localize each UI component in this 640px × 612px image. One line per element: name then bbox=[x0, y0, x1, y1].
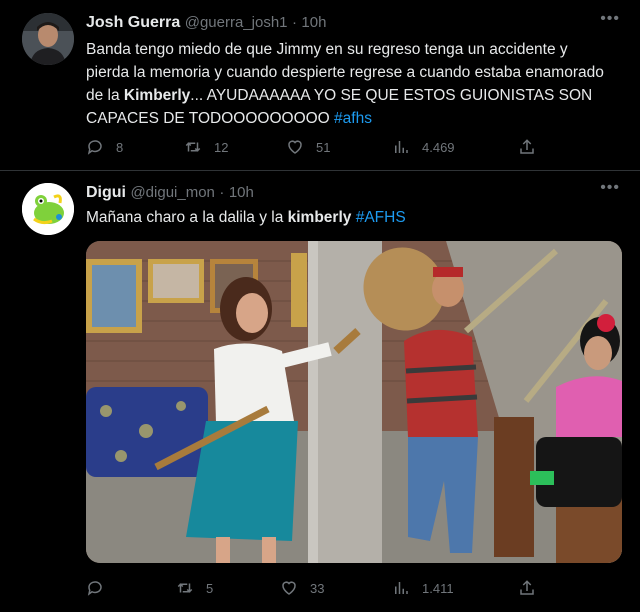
display-name[interactable]: Josh Guerra bbox=[86, 14, 180, 31]
retweet-count: 12 bbox=[214, 139, 229, 155]
tweet-text: Mañana charo a la dalila y la kimberly #… bbox=[86, 206, 606, 229]
display-name[interactable]: Digui bbox=[86, 184, 126, 201]
tweet[interactable]: Josh Guerra @guerra_josh1 · 10h ••• Band… bbox=[0, 0, 640, 171]
separator: · bbox=[219, 184, 225, 201]
separator: · bbox=[291, 14, 297, 31]
reply-icon bbox=[87, 140, 102, 155]
tweet-text-part: Mañana charo a la dalila y la bbox=[86, 209, 288, 226]
retweet-icon bbox=[177, 583, 193, 593]
like-count: 33 bbox=[310, 580, 325, 596]
avatar[interactable] bbox=[22, 13, 74, 65]
reply-button[interactable] bbox=[86, 576, 116, 600]
hashtag-link[interactable]: #AFHS bbox=[356, 209, 406, 226]
tweet-header: Josh Guerra @guerra_josh1 · 10h bbox=[86, 14, 326, 32]
share-icon bbox=[520, 580, 534, 595]
timestamp[interactable]: 10h bbox=[229, 184, 254, 201]
tweet-header: Digui @digui_mon · 10h bbox=[86, 184, 254, 202]
hashtag-link[interactable]: #afhs bbox=[334, 110, 372, 127]
like-button[interactable]: 51 bbox=[286, 135, 330, 159]
share-button[interactable] bbox=[518, 576, 548, 600]
reply-icon bbox=[87, 581, 102, 596]
retweet-button[interactable]: 12 bbox=[184, 135, 228, 159]
retweet-count: 5 bbox=[206, 580, 214, 596]
heart-icon bbox=[288, 140, 302, 154]
views-icon bbox=[395, 582, 408, 594]
avatar[interactable] bbox=[22, 183, 74, 235]
highlighted-word: kimberly bbox=[287, 209, 352, 226]
tweet[interactable]: Digui @digui_mon · 10h ••• Mañana charo … bbox=[0, 171, 640, 612]
scene-image bbox=[86, 241, 622, 563]
tweet-image[interactable] bbox=[86, 241, 622, 563]
share-button[interactable] bbox=[518, 135, 548, 159]
tweet-text: Banda tengo miedo de que Jimmy en su reg… bbox=[86, 38, 606, 130]
highlighted-word: Kimberly bbox=[123, 87, 191, 104]
action-bar: 5 33 1.411 bbox=[86, 576, 546, 600]
user-handle[interactable]: @digui_mon bbox=[130, 184, 214, 201]
like-count: 51 bbox=[316, 139, 331, 155]
timestamp[interactable]: 10h bbox=[301, 14, 326, 31]
views-icon bbox=[395, 141, 408, 153]
action-bar: 8 12 51 4.469 bbox=[86, 135, 546, 159]
more-icon[interactable]: ••• bbox=[600, 179, 620, 197]
view-count: 1.411 bbox=[422, 580, 454, 596]
reply-count: 8 bbox=[116, 139, 124, 155]
retweet-button[interactable]: 5 bbox=[176, 576, 213, 600]
share-icon bbox=[520, 139, 534, 154]
heart-icon bbox=[282, 581, 296, 595]
view-count: 4.469 bbox=[422, 139, 455, 155]
reply-button[interactable]: 8 bbox=[86, 135, 123, 159]
views-button[interactable]: 1.411 bbox=[392, 576, 454, 600]
user-handle[interactable]: @guerra_josh1 bbox=[185, 14, 288, 31]
retweet-icon bbox=[185, 142, 201, 152]
like-button[interactable]: 33 bbox=[280, 576, 324, 600]
views-button[interactable]: 4.469 bbox=[392, 135, 455, 159]
more-icon[interactable]: ••• bbox=[600, 10, 620, 28]
